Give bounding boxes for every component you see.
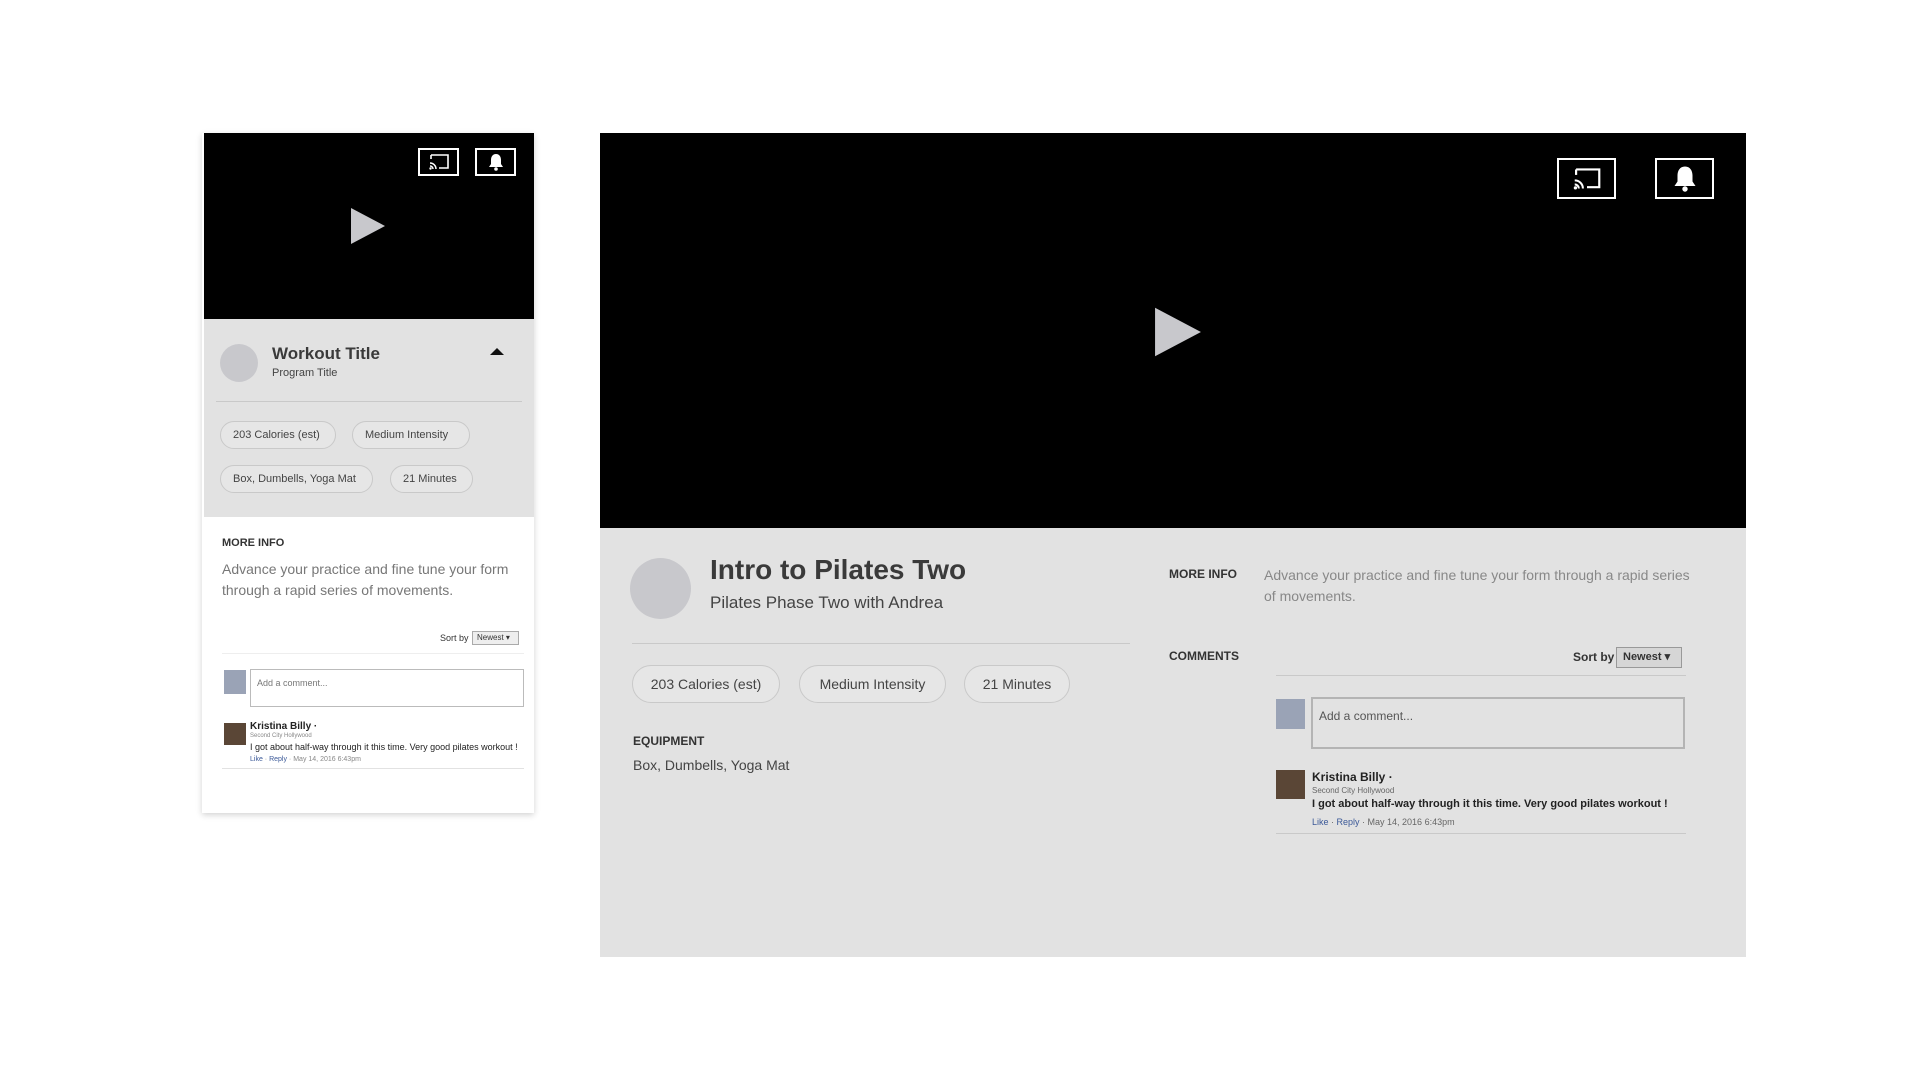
reply-link[interactable]: Reply xyxy=(1337,817,1360,827)
bell-icon xyxy=(488,154,503,171)
sort-select[interactable]: Newest ▾ xyxy=(1616,647,1682,668)
comment-author[interactable]: Kristina Billy · xyxy=(1312,770,1393,784)
calories-tag: 203 Calories (est) xyxy=(220,421,336,449)
notification-button[interactable] xyxy=(1655,158,1714,199)
comments-label: COMMENTS xyxy=(1169,649,1239,663)
desktop-mockup: Intro to Pilates Two Pilates Phase Two w… xyxy=(600,133,1746,957)
divider xyxy=(1276,675,1686,676)
cast-button[interactable] xyxy=(1557,158,1616,199)
equipment-label: EQUIPMENT xyxy=(633,734,705,748)
reply-link[interactable]: Reply xyxy=(269,756,287,763)
video-player[interactable] xyxy=(600,133,1746,528)
bell-icon xyxy=(1674,166,1695,192)
user-avatar xyxy=(224,670,246,694)
divider xyxy=(216,401,522,402)
comment-meta: Like · Reply · May 14, 2016 6:43pm xyxy=(250,756,361,763)
comment-location: Second City Hollywood xyxy=(250,733,312,739)
cast-icon xyxy=(428,154,449,170)
divider xyxy=(222,768,524,769)
comment-input[interactable]: Add a comment... xyxy=(1311,697,1685,749)
like-link[interactable]: Like xyxy=(250,756,263,763)
divider xyxy=(632,643,1130,644)
chevron-up-icon[interactable] xyxy=(489,346,505,356)
program-title: Pilates Phase Two with Andrea xyxy=(710,593,944,612)
cast-button[interactable] xyxy=(418,148,459,176)
comment-date: May 14, 2016 6:43pm xyxy=(1367,817,1455,827)
more-info-label: MORE INFO xyxy=(222,537,285,549)
notification-button[interactable] xyxy=(475,148,516,176)
like-link[interactable]: Like xyxy=(1312,817,1329,827)
commenter-avatar xyxy=(1276,770,1305,799)
commenter-avatar xyxy=(224,723,246,745)
equipment-text: Box, Dumbells, Yoga Mat xyxy=(633,757,790,773)
avatar xyxy=(220,344,258,382)
workout-title: Intro to Pilates Two xyxy=(710,554,967,585)
comment-date: May 14, 2016 6:43pm xyxy=(293,756,361,763)
equipment-tag: Box, Dumbells, Yoga Mat xyxy=(220,465,373,493)
intensity-tag: Medium Intensity xyxy=(799,665,946,703)
sort-select[interactable]: Newest ▾ xyxy=(472,631,519,645)
video-player[interactable] xyxy=(204,133,534,319)
sort-by-label: Sort by xyxy=(440,633,469,643)
comment-location: Second City Hollywood xyxy=(1312,786,1395,795)
more-info-label: MORE INFO xyxy=(1169,567,1237,581)
more-info-text: Advance your practice and fine tune your… xyxy=(222,561,509,598)
calories-tag: 203 Calories (est) xyxy=(632,665,780,703)
meta-separator: · xyxy=(1359,817,1368,827)
intensity-tag: Medium Intensity xyxy=(352,421,470,449)
comment-author[interactable]: Kristina Billy · xyxy=(250,721,317,732)
mobile-mockup: Workout Title Program Title 203 Calories… xyxy=(202,133,534,813)
duration-tag: 21 Minutes xyxy=(390,465,473,493)
program-title: Program Title xyxy=(272,367,338,379)
comment-input[interactable]: Add a comment... xyxy=(250,669,524,707)
comment-text: I got about half-way through it this tim… xyxy=(1312,798,1668,810)
duration-tag: 21 Minutes xyxy=(964,665,1070,703)
more-info-text: Advance your practice and fine tune your… xyxy=(1264,567,1690,604)
comment-text: I got about half-way through it this tim… xyxy=(250,742,518,752)
meta-separator: · xyxy=(1328,817,1337,827)
comment-meta: Like · Reply · May 14, 2016 6:43pm xyxy=(1312,817,1455,827)
play-icon[interactable] xyxy=(349,206,387,246)
divider xyxy=(1276,833,1686,834)
play-icon[interactable] xyxy=(1152,305,1204,359)
user-avatar xyxy=(1276,699,1305,729)
divider xyxy=(222,653,524,654)
avatar xyxy=(630,558,691,619)
workout-info-panel: Workout Title Program Title 203 Calories… xyxy=(204,319,534,517)
cast-icon xyxy=(1573,167,1600,189)
sort-by-label: Sort by xyxy=(1573,650,1615,664)
workout-title: Workout Title xyxy=(272,344,380,363)
